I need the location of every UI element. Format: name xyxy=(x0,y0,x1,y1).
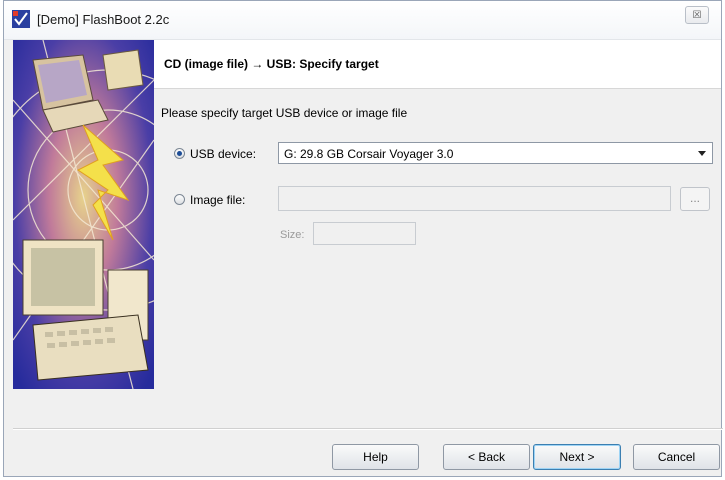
page-title: CD (image file) → USB: Specify target xyxy=(164,57,379,71)
app-window: [Demo] FlashBoot 2.2c ☒ CD (image file) … xyxy=(3,0,723,477)
usb-device-label[interactable]: USB device: xyxy=(190,147,256,161)
next-button[interactable]: Next > xyxy=(533,444,621,470)
usb-device-value: G: 29.8 GB Corsair Voyager 3.0 xyxy=(284,147,454,161)
size-label: Size: xyxy=(280,229,305,241)
image-file-radio[interactable] xyxy=(174,194,185,205)
wizard-header: CD (image file) → USB: Specify target xyxy=(154,40,721,89)
title-bar: [Demo] FlashBoot 2.2c ☒ xyxy=(4,1,721,40)
window-title: [Demo] FlashBoot 2.2c xyxy=(37,12,170,27)
footer-divider xyxy=(13,428,723,430)
cancel-button[interactable]: Cancel xyxy=(633,444,720,470)
image-file-label[interactable]: Image file: xyxy=(190,193,245,207)
back-button[interactable]: < Back xyxy=(443,444,530,470)
size-field xyxy=(313,222,416,245)
help-button[interactable]: Help xyxy=(332,444,419,470)
close-button[interactable]: ☒ xyxy=(685,6,709,24)
app-icon xyxy=(12,10,30,28)
side-illustration xyxy=(13,40,154,389)
instruction-text: Please specify target USB device or imag… xyxy=(161,106,408,120)
usb-device-select[interactable]: G: 29.8 GB Corsair Voyager 3.0 xyxy=(278,142,713,164)
chevron-down-icon xyxy=(698,151,706,156)
usb-device-radio[interactable] xyxy=(174,148,185,159)
close-icon: ☒ xyxy=(692,10,702,21)
image-file-input[interactable] xyxy=(278,186,671,211)
browse-button[interactable]: ... xyxy=(680,187,710,211)
